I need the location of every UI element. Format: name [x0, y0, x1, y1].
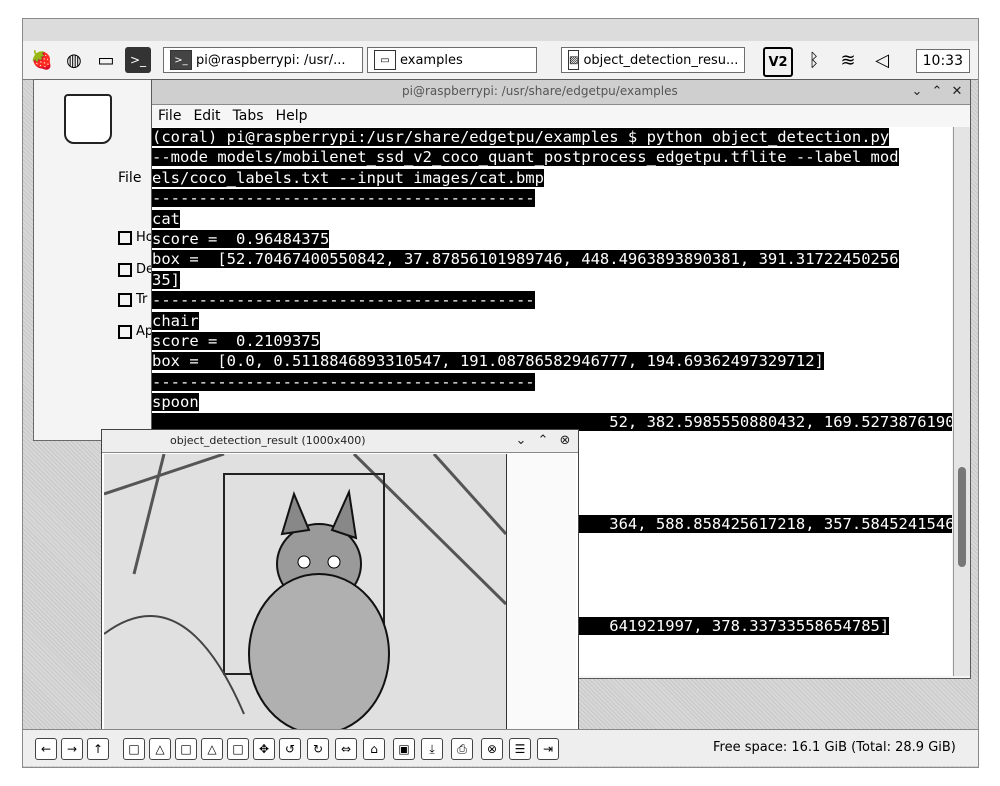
up-icon[interactable]: ↑: [87, 738, 109, 760]
terminal-line: els/coco_labels.txt --input images/cat.b…: [152, 168, 544, 187]
terminal-line: cat: [152, 209, 180, 228]
screen: 🍓 ◍ ▭ >_ >_ pi@raspberrypi: /usr/... ▭ e…: [22, 18, 979, 768]
save-icon[interactable]: ▣: [393, 738, 415, 760]
task-terminal[interactable]: >_ pi@raspberrypi: /usr/...: [163, 47, 363, 73]
terminal-icon: >_: [170, 50, 192, 70]
close-icon[interactable]: ⊗: [556, 432, 574, 450]
folder-icon[interactable]: ▭: [93, 47, 119, 73]
terminal-scrollbar[interactable]: [953, 127, 970, 676]
close-icon[interactable]: ✕: [948, 83, 966, 101]
toolbar-icon-6[interactable]: ⌂: [363, 738, 385, 760]
vnc-icon[interactable]: V2: [763, 47, 793, 77]
cat-photo-image: [104, 454, 506, 740]
task-terminal-label: pi@raspberrypi: /usr/...: [196, 52, 346, 68]
menu-tabs[interactable]: Tabs: [233, 108, 264, 124]
outer-window-titlebar: [23, 19, 978, 42]
terminal-menubar: File Edit Tabs Help: [152, 105, 970, 127]
terminal-line: ----------------------------------------…: [152, 189, 535, 208]
clock[interactable]: 10:33: [915, 49, 970, 73]
applications-icon: [118, 324, 132, 339]
terminal-line: score = 0.96484375: [152, 229, 330, 248]
task-examples[interactable]: ▭ examples: [367, 47, 537, 73]
terminal-title: pi@raspberrypi: /usr/share/edgetpu/examp…: [402, 84, 678, 98]
maximize-icon[interactable]: ⌃: [534, 432, 552, 450]
terminal-line: ----------------------------------------…: [152, 291, 535, 310]
settings-icon[interactable]: ☰: [509, 738, 531, 760]
wifi-icon[interactable]: ≋: [835, 47, 861, 73]
file-manager-window: File Ho De Tr Ap: [33, 79, 155, 441]
terminal-line: box = [52.70467400550842, 37.87856101989…: [152, 250, 899, 269]
volume-icon[interactable]: ◁: [869, 47, 895, 73]
toolbar-icon-3[interactable]: □: [175, 738, 197, 760]
rotate-right-icon[interactable]: ↻: [307, 738, 329, 760]
print-icon[interactable]: ⎙: [451, 738, 473, 760]
terminal-icon[interactable]: >_: [125, 47, 151, 73]
free-space-status: Free space: 16.1 GiB (Total: 28.9 GiB): [713, 740, 956, 755]
toolbar-icon-2[interactable]: △: [149, 738, 171, 760]
toolbar-icon-1[interactable]: □: [123, 738, 145, 760]
image-viewer-side-panel: [507, 454, 576, 740]
maximize-icon[interactable]: ⌃: [928, 83, 946, 101]
sidebar-item-applications[interactable]: Ap: [118, 324, 153, 339]
terminal-line: ----------------------------------------…: [152, 372, 535, 391]
globe-icon[interactable]: ◍: [61, 47, 87, 73]
file-manager-toolbar: ← → ↑ □ △ □ △ □ ✥ ↺ ↻ ⇔ ⌂ ▣ ⤓ ⎙ ⊗ ☰ ⇥ Fr…: [23, 729, 978, 766]
sidebar-item-label: Tr: [136, 292, 148, 307]
home-icon: [118, 230, 132, 245]
minimize-icon[interactable]: ⌄: [908, 83, 926, 101]
sidebar-item-desktop[interactable]: De: [118, 262, 154, 277]
image-viewer-title: object_detection_result (1000x400): [170, 434, 366, 447]
delete-icon[interactable]: ⊗: [481, 738, 503, 760]
terminal-line: 35]: [152, 270, 180, 289]
raspberry-menu-icon[interactable]: 🍓: [29, 47, 55, 73]
rotate-left-icon[interactable]: ↺: [279, 738, 301, 760]
toolbar-icon-5[interactable]: □: [227, 738, 249, 760]
bluetooth-icon[interactable]: ᛒ: [801, 47, 827, 73]
image-icon: ▨: [568, 50, 580, 70]
terminal-line: chair: [152, 311, 199, 330]
minimize-icon[interactable]: ⌄: [512, 432, 530, 450]
terminal-line: --mode models/mobilenet_ssd_v2_coco_quan…: [152, 148, 899, 167]
detection-result-image: [104, 454, 507, 740]
folder-icon: ▭: [374, 50, 396, 70]
scrollbar-thumb[interactable]: [958, 467, 966, 567]
task-examples-label: examples: [400, 52, 463, 68]
sidebar-item-home[interactable]: Ho: [118, 230, 154, 245]
terminal-line: spoon: [152, 393, 199, 412]
trash-small-icon: [118, 292, 132, 307]
toolbar-icon-4[interactable]: △: [201, 738, 223, 760]
file-manager-menu-file[interactable]: File: [118, 170, 141, 186]
task-image-viewer-label: object_detection_resu...: [583, 52, 739, 68]
sidebar-item-trash[interactable]: Tr: [118, 292, 147, 307]
flip-icon[interactable]: ⇔: [335, 738, 357, 760]
menu-file[interactable]: File: [158, 108, 181, 124]
terminal-line: (coral) pi@raspberrypi:/usr/share/edgetp…: [152, 128, 890, 146]
trash-icon[interactable]: [64, 94, 112, 144]
image-viewer-titlebar: object_detection_result (1000x400) ⌄ ⌃ ⊗: [102, 430, 578, 453]
terminal-titlebar: pi@raspberrypi: /usr/share/edgetpu/examp…: [152, 80, 970, 105]
image-viewer-window: object_detection_result (1000x400) ⌄ ⌃ ⊗: [101, 429, 579, 743]
desktop-icon: [118, 262, 132, 277]
task-image-viewer[interactable]: ▨ object_detection_resu...: [561, 47, 745, 73]
taskbar: 🍓 ◍ ▭ >_ >_ pi@raspberrypi: /usr/... ▭ e…: [23, 41, 978, 80]
download-icon[interactable]: ⤓: [421, 738, 443, 760]
menu-edit[interactable]: Edit: [193, 108, 220, 124]
terminal-line: box = [0.0, 0.5118846893310547, 191.0878…: [152, 352, 824, 371]
menu-help[interactable]: Help: [276, 108, 308, 124]
terminal-line: score = 0.2109375: [152, 331, 320, 350]
forward-icon[interactable]: →: [61, 738, 83, 760]
move-icon[interactable]: ✥: [253, 738, 275, 760]
exit-icon[interactable]: ⇥: [537, 738, 559, 760]
back-icon[interactable]: ←: [35, 738, 57, 760]
desktop: File Ho De Tr Ap pi@raspberrypi: /usr/sh…: [23, 79, 978, 767]
